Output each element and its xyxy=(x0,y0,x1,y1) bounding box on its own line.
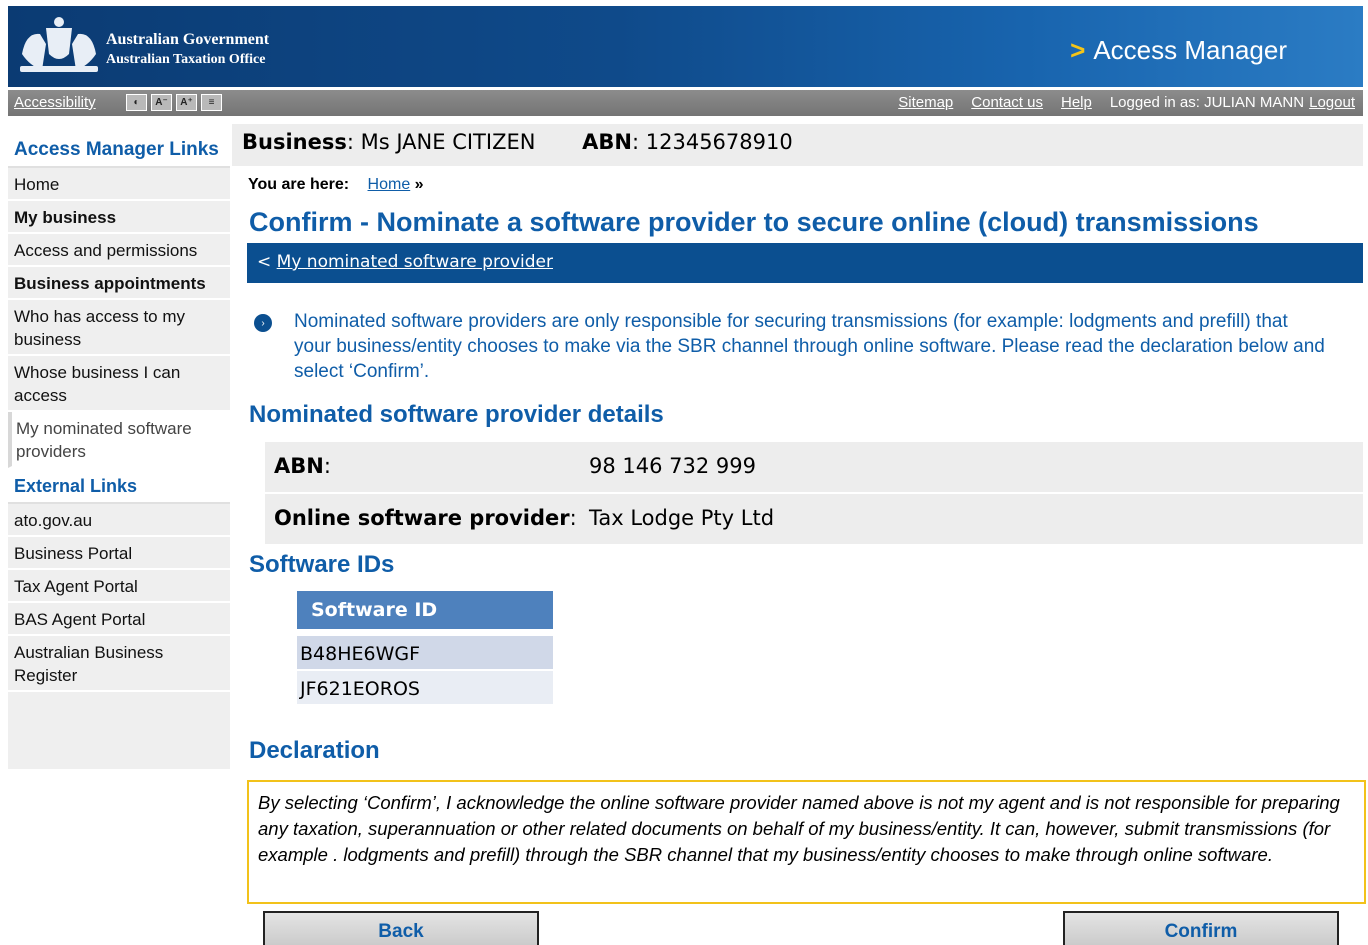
sidebar-item-business-appointments[interactable]: Business appointments xyxy=(8,267,230,300)
declaration-heading: Declaration xyxy=(249,737,380,764)
table-row: JF621EOROS xyxy=(297,671,553,704)
gov-line-1: Australian Government xyxy=(106,31,270,48)
sidebar-item-my-business[interactable]: My business xyxy=(8,201,230,234)
user-status: Logged in as: JULIAN MANN Logout xyxy=(1110,94,1355,111)
sidebar-item-who-has-access[interactable]: Who has access to my business xyxy=(8,300,230,356)
breadcrumb-separator: » xyxy=(414,176,424,193)
confirm-button[interactable]: Confirm xyxy=(1063,911,1339,945)
contact-link[interactable]: Contact us xyxy=(971,94,1043,111)
text-smaller-icon[interactable]: A⁻ xyxy=(151,94,172,111)
accessibility-link[interactable]: Accessibility xyxy=(14,94,96,111)
text-only-icon[interactable]: ≡ xyxy=(201,94,222,111)
accessibility-controls: ◐ A⁻ A⁺ ≡ xyxy=(126,94,222,111)
sitemap-link[interactable]: Sitemap xyxy=(898,94,953,111)
business-label: Business xyxy=(242,130,347,154)
page-title: Confirm - Nominate a software provider t… xyxy=(249,207,1259,237)
details-heading: Nominated software provider details xyxy=(249,401,664,428)
detail-abn-value: 98 146 732 999 xyxy=(589,454,756,478)
abn-label: ABN xyxy=(582,130,632,154)
site-header: Australian Government Australian Taxatio… xyxy=(8,6,1363,87)
sidebar: Access Manager Links Home My business Ac… xyxy=(8,124,230,769)
back-link-bar: < My nominated software provider xyxy=(247,243,1363,283)
detail-row-provider: Online software provider: Tax Lodge Pty … xyxy=(265,494,1363,544)
sidebar-item-home[interactable]: Home xyxy=(8,168,230,201)
info-text: Nominated software providers are only re… xyxy=(294,311,1325,382)
breadcrumb: You are here: Home » xyxy=(248,176,424,194)
external-link-ato[interactable]: ato.gov.au xyxy=(8,504,230,537)
help-link[interactable]: Help xyxy=(1061,94,1092,111)
external-link-business-portal[interactable]: Business Portal xyxy=(8,537,230,570)
software-id-column-header: Software ID xyxy=(297,591,553,629)
external-link-tax-agent-portal[interactable]: Tax Agent Portal xyxy=(8,570,230,603)
my-nominated-provider-link[interactable]: My nominated software provider xyxy=(277,252,553,272)
utility-links: Sitemap Contact us Help Logged in as: JU… xyxy=(898,94,1355,111)
chevron-right-icon: > xyxy=(1070,35,1086,65)
gov-line-2: Australian Taxation Office xyxy=(106,52,266,67)
back-button[interactable]: Back xyxy=(263,911,539,945)
breadcrumb-label: You are here: xyxy=(248,176,350,193)
government-branding: Australian Government Australian Taxatio… xyxy=(106,30,269,70)
logged-in-text: Logged in as: JULIAN MANN xyxy=(1109,94,1305,111)
software-ids-heading: Software IDs xyxy=(249,551,395,578)
external-links-heading: External Links xyxy=(8,468,230,504)
external-link-abr[interactable]: Australian Business Register xyxy=(8,636,230,692)
logout-link[interactable]: Logout xyxy=(1309,94,1355,111)
detail-provider-label: Online software provider xyxy=(274,506,570,530)
chevron-left-icon: < xyxy=(257,252,277,272)
app-title-text: Access Manager xyxy=(1093,35,1287,65)
business-bar: Business: Ms JANE CITIZEN ABN: 123456789… xyxy=(232,124,1363,166)
declaration-box: By selecting ‘Confirm’, I acknowledge th… xyxy=(247,780,1366,904)
breadcrumb-home-link[interactable]: Home xyxy=(368,176,411,193)
software-id-table: Software ID B48HE6WGF JF621EOROS xyxy=(297,591,553,704)
sidebar-item-whose-business[interactable]: Whose business I can access xyxy=(8,356,230,412)
detail-provider-value: Tax Lodge Pty Ltd xyxy=(589,506,775,530)
sidebar-item-access-permissions[interactable]: Access and permissions xyxy=(8,234,230,267)
abn-value: 12345678910 xyxy=(645,130,793,154)
external-link-bas-agent-portal[interactable]: BAS Agent Portal xyxy=(8,603,230,636)
table-row: B48HE6WGF xyxy=(297,636,553,669)
coat-of-arms-icon xyxy=(20,17,98,72)
info-bullet-icon: › xyxy=(254,314,272,332)
detail-row-abn: ABN: 98 146 732 999 xyxy=(265,442,1363,492)
sidebar-item-nominated-providers[interactable]: My nominated software providers xyxy=(8,412,230,468)
info-message: › Nominated software providers are only … xyxy=(254,309,1329,384)
utility-bar: Accessibility ◐ A⁻ A⁺ ≡ Sitemap Contact … xyxy=(8,90,1363,116)
business-name: Ms JANE CITIZEN xyxy=(360,130,536,154)
detail-abn-label: ABN xyxy=(274,454,324,478)
sidebar-heading: Access Manager Links xyxy=(8,124,230,168)
contrast-icon[interactable]: ◐ xyxy=(126,94,147,111)
text-larger-icon[interactable]: A⁺ xyxy=(176,94,197,111)
app-title: > Access Manager xyxy=(1070,34,1287,66)
